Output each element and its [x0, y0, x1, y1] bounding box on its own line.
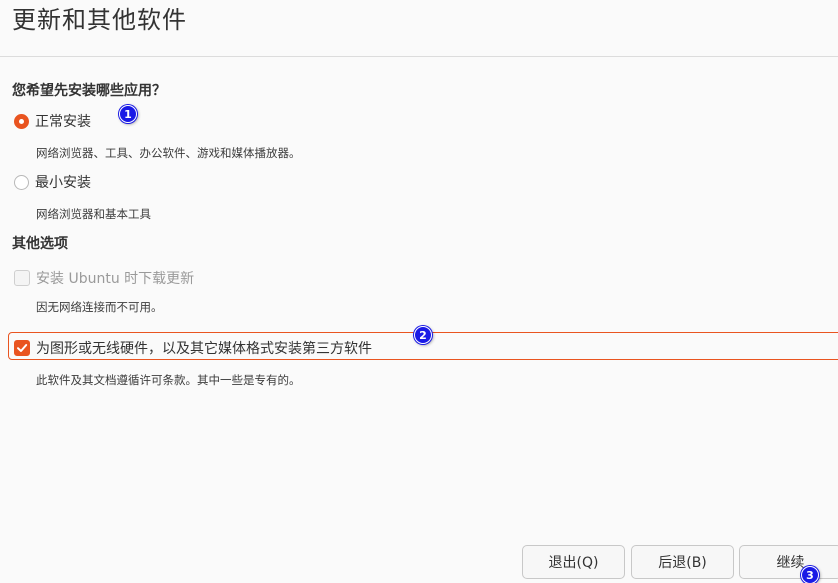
download-updates-label: 安装 Ubuntu 时下载更新	[36, 271, 195, 287]
minimal-install-description: 网络浏览器和基本工具	[36, 207, 151, 221]
third-party-description: 此软件及其文档遵循许可条款。其中一些是专有的。	[36, 373, 301, 387]
minimal-install-radio[interactable]: 最小安装	[14, 172, 91, 192]
install-type-heading: 您希望先安装哪些应用？	[12, 83, 166, 99]
page-title: 更新和其他软件	[12, 6, 187, 34]
normal-install-description: 网络浏览器、工具、办公软件、游戏和媒体播放器。	[36, 146, 301, 160]
annotation-badge-3: 3	[801, 566, 819, 583]
third-party-label[interactable]: 为图形或无线硬件，以及其它媒体格式安装第三方软件	[36, 338, 372, 358]
download-updates-checkbox[interactable]: 安装 Ubuntu 时下载更新	[14, 268, 194, 288]
normal-install-label[interactable]: 正常安装	[35, 111, 91, 131]
checkbox-checked-icon[interactable]	[14, 340, 30, 356]
minimal-install-label[interactable]: 最小安装	[35, 172, 91, 192]
checkmark-icon	[17, 344, 28, 352]
other-options-heading: 其他选项	[12, 236, 68, 252]
checkbox-disabled-icon[interactable]	[14, 270, 30, 286]
download-updates-description: 因无网络连接而不可用。	[36, 300, 163, 314]
normal-install-radio[interactable]: 正常安装	[14, 111, 91, 131]
back-button[interactable]: 后退(B)	[631, 545, 734, 579]
third-party-checkbox[interactable]: 为图形或无线硬件，以及其它媒体格式安装第三方软件	[14, 338, 372, 358]
continue-button[interactable]: 继续	[739, 545, 838, 579]
quit-button[interactable]: 退出(Q)	[522, 545, 625, 579]
annotation-badge-2: 2	[414, 326, 432, 344]
annotation-badge-1: 1	[119, 105, 137, 123]
radio-unchecked-icon[interactable]	[14, 174, 29, 190]
radio-checked-icon[interactable]	[14, 113, 29, 129]
title-divider	[0, 56, 838, 57]
